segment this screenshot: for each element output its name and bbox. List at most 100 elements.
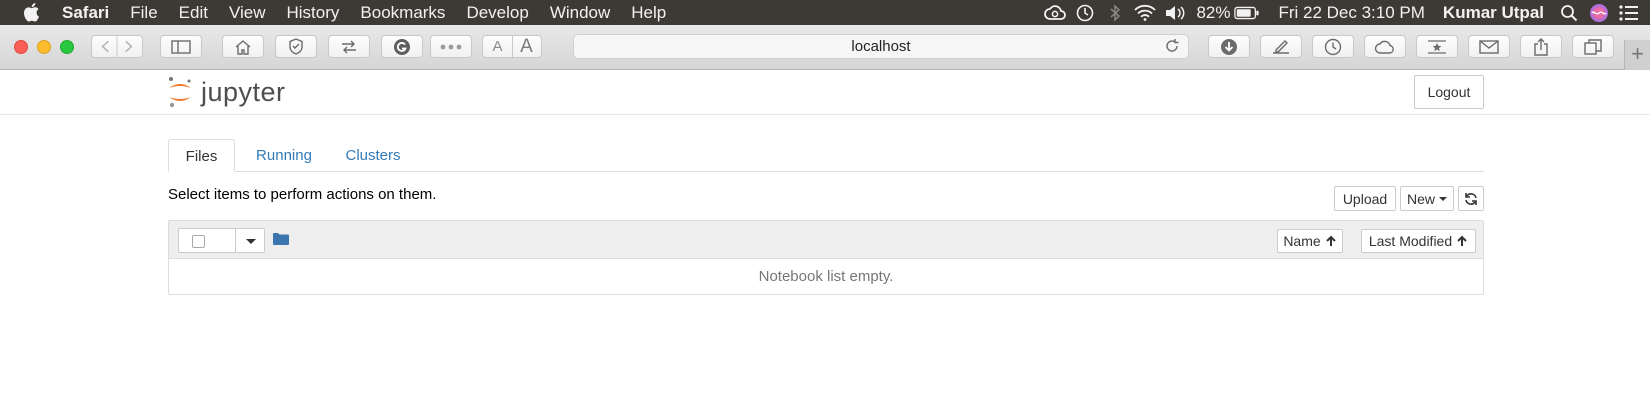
user-name[interactable]: Kumar Utpal: [1443, 3, 1544, 23]
sort-name-label: Name: [1283, 233, 1321, 249]
sort-modified-button[interactable]: Last Modified: [1361, 229, 1476, 253]
star-icon: [1428, 39, 1446, 54]
grammarly-button[interactable]: [381, 35, 423, 58]
mail-icon: [1479, 39, 1499, 54]
tab-clusters[interactable]: Clusters: [333, 139, 413, 172]
back-forward-group: [91, 35, 143, 58]
menu-help[interactable]: Help: [631, 3, 666, 23]
apple-menu-icon[interactable]: [22, 2, 40, 22]
menu-history[interactable]: History: [287, 3, 340, 23]
wifi-icon[interactable]: [1132, 2, 1158, 24]
siri-icon[interactable]: [1586, 2, 1612, 24]
share-button[interactable]: [1520, 35, 1562, 58]
address-text: localhost: [851, 38, 911, 55]
password-button[interactable]: [430, 35, 472, 58]
history-button[interactable]: [1312, 35, 1354, 58]
refresh-button[interactable]: [1458, 186, 1484, 211]
notification-center-icon[interactable]: [1616, 2, 1642, 24]
select-all-dropdown: [178, 228, 265, 253]
cloud-icon: [1374, 40, 1394, 54]
downloads-button[interactable]: [1208, 35, 1250, 58]
home-button[interactable]: [222, 35, 264, 58]
home-icon: [235, 39, 251, 55]
more-dots-icon: [440, 44, 462, 49]
status-area: 82% Fri 22 Dec 3:10 PM Kumar Utpal: [1038, 0, 1650, 25]
menu-bookmarks[interactable]: Bookmarks: [360, 3, 445, 23]
sort-modified-label: Last Modified: [1368, 233, 1453, 249]
adblock-button[interactable]: [275, 35, 317, 58]
markup-button[interactable]: [1260, 35, 1302, 58]
pen-icon: [1273, 39, 1289, 54]
creative-cloud-icon[interactable]: [1042, 2, 1068, 24]
safari-toolbar: A A localhost +: [0, 25, 1650, 70]
upload-label: Upload: [1342, 190, 1388, 207]
bluetooth-icon[interactable]: [1102, 2, 1128, 24]
menu-develop[interactable]: Develop: [466, 3, 528, 23]
tab-running[interactable]: Running: [244, 139, 324, 172]
caret-down-icon: [1439, 196, 1447, 201]
icloud-button[interactable]: [1364, 35, 1406, 58]
new-tab-button[interactable]: +: [1624, 40, 1650, 70]
address-bar[interactable]: localhost: [573, 34, 1189, 59]
font-smaller-button[interactable]: A: [483, 38, 512, 55]
download-icon: [1221, 38, 1237, 55]
clock[interactable]: Fri 22 Dec 3:10 PM: [1278, 3, 1424, 23]
logout-button[interactable]: Logout: [1414, 75, 1484, 109]
menu-safari[interactable]: Safari: [62, 3, 109, 23]
time-machine-icon[interactable]: [1072, 2, 1098, 24]
zoom-window-button[interactable]: [60, 40, 74, 54]
back-icon: [101, 40, 109, 53]
jupyter-logo[interactable]: jupyter: [167, 75, 286, 109]
swap-arrows-icon: [342, 40, 356, 53]
volume-icon[interactable]: [1162, 2, 1188, 24]
font-size-group: A A: [482, 35, 542, 59]
macos-menu-bar: Safari File Edit View History Bookmarks …: [0, 0, 1650, 25]
jupyter-header: jupyter Logout: [0, 70, 1650, 115]
sidebar-button[interactable]: [160, 35, 202, 58]
menu-edit[interactable]: Edit: [179, 3, 208, 23]
refresh-icon: [1465, 192, 1477, 205]
sort-name-button[interactable]: Name: [1277, 229, 1343, 253]
new-dropdown-button[interactable]: New: [1400, 186, 1454, 211]
folder-icon[interactable]: [273, 232, 289, 245]
caret-down-icon[interactable]: [246, 239, 256, 244]
tabs-overview-button[interactable]: [1572, 35, 1614, 58]
battery-percent: 82%: [1196, 2, 1231, 22]
menu-window[interactable]: Window: [550, 3, 610, 23]
app-menus: Safari File Edit View History Bookmarks …: [62, 0, 687, 25]
spotlight-search-icon[interactable]: [1556, 2, 1582, 24]
empty-list-message: Notebook list empty.: [758, 268, 894, 285]
jupyter-wordmark: jupyter: [201, 76, 286, 107]
swap-button[interactable]: [328, 35, 370, 58]
share-icon: [1534, 37, 1548, 56]
mail-button[interactable]: [1468, 35, 1510, 58]
menu-file[interactable]: File: [130, 3, 157, 23]
jupyter-logo-icon: [169, 77, 191, 108]
reload-icon[interactable]: [1164, 38, 1180, 54]
shield-icon: [289, 38, 303, 55]
divider: [235, 229, 236, 252]
select-all-checkbox[interactable]: [192, 235, 205, 248]
clock-icon: [1324, 38, 1342, 55]
sidebar-icon: [171, 39, 191, 54]
arrow-up-icon: [1457, 235, 1467, 246]
close-window-button[interactable]: [14, 40, 28, 54]
tabs-icon: [1584, 38, 1602, 55]
font-larger-button[interactable]: A: [512, 36, 541, 58]
selection-hint: Select items to perform actions on them.: [168, 186, 437, 203]
divider: [512, 36, 513, 59]
dashboard-tabs: Files Running Clusters: [168, 139, 1484, 172]
grammarly-icon: [394, 38, 410, 55]
plus-icon: +: [1631, 41, 1644, 66]
upload-button[interactable]: Upload: [1334, 186, 1396, 211]
reading-list-button[interactable]: [1416, 35, 1458, 58]
minimize-window-button[interactable]: [37, 40, 51, 54]
forward-icon: [125, 40, 133, 53]
new-label: New: [1406, 190, 1435, 207]
list-header: Name Last Modified: [169, 221, 1483, 259]
tab-files[interactable]: Files: [168, 139, 235, 172]
arrow-up-icon: [1325, 235, 1336, 246]
battery-icon[interactable]: [1234, 2, 1260, 24]
notebook-list: Name Last Modified Notebook list empty.: [168, 220, 1484, 295]
menu-view[interactable]: View: [229, 3, 266, 23]
